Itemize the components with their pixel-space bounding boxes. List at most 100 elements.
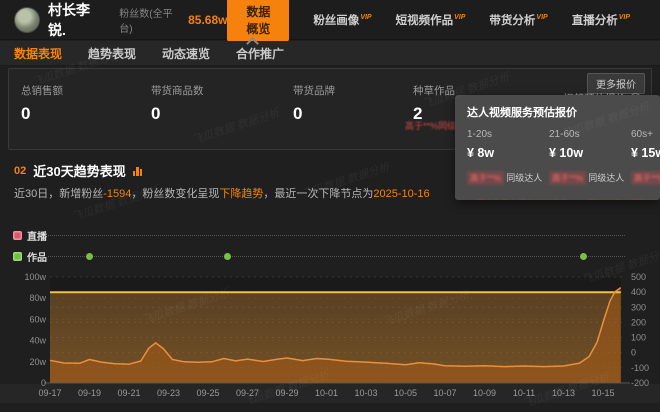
stat-brand-count: 带货品牌 0 [293,83,335,124]
x-axis-tick: 09-27 [236,388,259,398]
x-axis-tick: 09-21 [117,388,140,398]
trend-summary-text: 近30日，新增粉丝-1594，粉丝数变化呈现下降趋势，最近一次下降节点为2025… [14,185,430,201]
tab-fans-portrait[interactable]: 粉丝画像VIP [313,12,371,28]
trend-section-title: 02 近30天趋势表现 [14,161,142,180]
section-nav: 数据表现 趋势表现 动态速览 合作推广 [0,41,660,66]
vip-badge: VIP [536,14,547,21]
avatar[interactable] [14,7,40,33]
stat-product-count: 带货商品数 0 [151,83,204,124]
peer-label: 同级达人 [588,173,624,183]
right-axis-tick: 400 [631,287,646,297]
price-value: ¥ 15w [631,146,660,160]
x-axis-tick: 10-05 [394,388,417,398]
left-axis-tick: 20w [29,357,46,367]
price-value: ¥ 10w [549,146,631,160]
header-tabs: 数据概览 粉丝画像VIP 短视频作品VIP 带货分析VIP 直播分析VIP [227,0,630,42]
header: 村长李锐. 粉丝数(全平台) 85.68w 数据概览 粉丝画像VIP 短视频作品… [0,0,660,40]
summary-fragment: 近30日，新增粉丝 [14,188,103,200]
quote-col-21-60s: 21-60s ¥ 10w 高于**%同级达人 [549,129,631,186]
nav-item-activity[interactable]: 动态速览 [162,45,210,62]
x-axis-tick: 10-07 [433,388,456,398]
nav-item-data-performance[interactable]: 数据表现 [14,45,62,62]
live-legend-icon [13,231,22,240]
stat-label: 种草作品 [413,83,455,98]
redacted-footnote: ＊报价为平台预估仅供参考 [467,199,569,200]
bar-chart-icon [133,166,143,176]
right-axis-tick: -200 [631,378,649,388]
works-marker-row: 作品 [0,249,660,263]
price-value: ¥ 8w [467,146,549,160]
chevron-up-icon[interactable] [248,36,257,45]
quote-col-1-20s: 1-20s ¥ 8w 高于**%同级达人 [467,129,549,186]
peer-label: 同级达人 [506,173,542,183]
live-marker-row: 直播 [0,228,660,242]
duration-label: 21-60s [549,129,631,140]
fans-count-label: 粉丝数(全平台) [119,5,183,35]
nav-item-trend[interactable]: 趋势表现 [88,45,136,62]
tab-label: 短视频作品 [396,15,454,27]
tab-ecommerce-analysis[interactable]: 带货分析VIP [489,12,547,28]
vip-badge: VIP [360,14,371,21]
right-axis-tick: 0 [631,348,636,358]
trend-chart-svg: 100w80w60w40w20w05004003002001000-100-20… [0,262,660,403]
redacted-percent-tag: 高于**% [631,171,660,185]
quote-col-60s-plus: 60s+ ¥ 15w 高于**%同级达人 [631,129,660,186]
work-published-dot[interactable] [580,253,587,260]
duration-label: 1-20s [467,129,549,140]
x-axis-tick: 09-23 [157,388,180,398]
nav-item-cooperation[interactable]: 合作推广 [236,45,284,62]
stat-total-sales: 总销售额 0 [21,83,63,124]
quote-tooltip: 达人视频服务预估报价 1-20s ¥ 8w 高于**%同级达人 21-60s ¥… [455,95,660,200]
stat-value: 0 [293,104,335,124]
fans-delta-value: -1594 [103,188,131,200]
left-axis-tick: 0 [41,378,46,388]
x-axis-tick: 10-09 [473,388,496,398]
trend-direction-value: 下降趋势 [219,188,263,200]
quote-tooltip-title: 达人视频服务预估报价 [467,104,660,120]
stat-value: 0 [151,104,204,124]
stat-seed-works: 种草作品 2 [413,83,455,124]
x-axis-tick: 09-25 [196,388,219,398]
redacted-footnote: ＊具体价格以实际沟通为准 [579,199,660,200]
influencer-name: 村长李锐. [48,0,105,40]
stat-label: 总销售额 [21,83,63,98]
drop-date-value: 2025-10-16 [373,188,429,200]
x-axis-tick: 10-11 [513,388,535,398]
tab-label: 粉丝画像 [313,15,359,27]
x-axis-tick: 10-13 [552,388,575,398]
left-axis-tick: 80w [29,293,46,303]
tab-short-video[interactable]: 短视频作品VIP [396,12,466,28]
tab-data-overview[interactable]: 数据概览 [227,0,289,42]
work-published-dot[interactable] [224,253,231,260]
vip-badge: VIP [454,14,465,21]
tab-label: 直播分析 [572,15,618,27]
stat-value: 0 [21,104,63,124]
right-axis-tick: -100 [631,363,649,373]
section-number: 02 [14,165,26,177]
redacted-percent-tag: 高于**% [549,171,586,185]
left-axis-tick: 40w [29,336,46,346]
live-legend-label: 直播 [27,228,47,243]
x-axis-tick: 09-19 [78,388,101,398]
summary-fragment: ，最近一次下降节点为 [263,188,373,200]
tab-live-analysis[interactable]: 直播分析VIP [572,12,630,28]
vip-badge: VIP [619,14,630,21]
x-axis-tick: 10-01 [315,388,338,398]
stat-label: 带货品牌 [293,83,335,98]
x-axis-tick: 09-17 [38,388,61,398]
works-legend-icon [13,252,22,261]
redacted-percent-tag: 高于**% [467,171,504,185]
fans-trend-chart[interactable]: 100w80w60w40w20w05004003002001000-100-20… [0,262,660,403]
live-marker-track [48,235,625,236]
left-axis-tick: 60w [29,314,46,324]
fans-count-value: 85.68w [188,13,227,27]
tab-label: 带货分析 [489,15,535,27]
x-axis-tick: 10-15 [591,388,614,398]
right-axis-tick: 100 [631,333,646,343]
duration-label: 60s+ [631,129,660,140]
section-heading: 近30天趋势表现 [33,161,125,180]
right-axis-tick: 500 [631,272,646,282]
work-published-dot[interactable] [86,253,93,260]
stat-label: 带货商品数 [151,83,204,98]
left-axis-tick: 100w [24,272,46,282]
